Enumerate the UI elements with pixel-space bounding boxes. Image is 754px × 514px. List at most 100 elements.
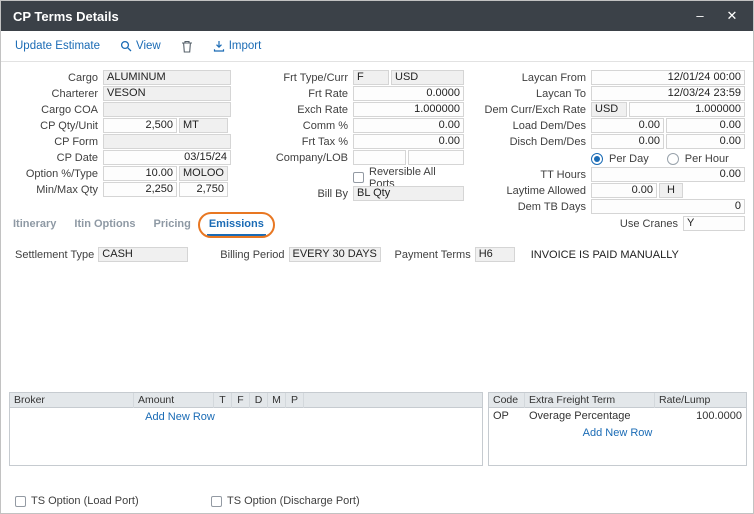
ts-option-load-group: TS Option (Load Port) [15,495,139,507]
bill-by-field[interactable]: BL Qty [353,186,464,201]
min-max-qty-row: Min/Max Qty 2,250 2,750 [9,182,231,197]
option-pct-field[interactable]: 10.00 [103,166,177,181]
frt-curr-field[interactable]: USD [391,70,464,85]
frt-rate-row: Frt Rate 0.0000 [241,86,464,101]
company-field[interactable] [353,150,406,165]
tab-emissions[interactable]: Emissions [207,216,266,236]
extra-freight-table: Code Extra Freight Term Rate/Lump OP Ove… [488,392,747,466]
frt-tax-pct-field[interactable]: 0.00 [353,134,464,149]
extra-freight-rate-cell: 100.0000 [655,410,746,422]
payment-terms-label: Payment Terms [395,249,471,261]
dem-curr-field[interactable]: USD [591,102,627,117]
form-column-middle: Frt Type/Curr F USD Frt Rate 0.0000 Exch… [241,70,464,202]
broker-add-new-row-link[interactable]: Add New Row [10,411,350,423]
laycan-from-field[interactable]: 12/01/24 00:00 [591,70,745,85]
search-icon [120,40,132,52]
bill-by-label: Bill By [241,188,351,200]
laycan-from-row: Laycan From 12/01/24 00:00 [469,70,745,85]
settlement-strip: Settlement Type CASH Billing Period EVER… [15,247,679,262]
settlement-type-field[interactable]: CASH [98,247,188,262]
frt-type-curr-label: Frt Type/Curr [241,72,351,84]
import-label: Import [229,40,262,52]
settlement-type-label: Settlement Type [15,249,94,261]
laycan-to-field[interactable]: 12/03/24 23:59 [591,86,745,101]
load-dem-des-row: Load Dem/Des 0.00 0.00 [469,118,745,133]
reversible-all-ports-row: Reversible All Ports [241,170,464,185]
use-cranes-label: Use Cranes [469,218,681,230]
frt-type-curr-row: Frt Type/Curr F USD [241,70,464,85]
rate-column-header: Rate/Lump [655,393,746,408]
ts-option-load-checkbox[interactable] [15,496,26,507]
load-des-field[interactable]: 0.00 [666,118,745,133]
frt-rate-field[interactable]: 0.0000 [353,86,464,101]
delete-button[interactable] [181,40,193,53]
cargo-field[interactable]: ALUMINUM [103,70,231,85]
disch-des-field[interactable]: 0.00 [666,134,745,149]
update-estimate-button[interactable]: Update Estimate [15,40,100,52]
import-button[interactable]: Import [213,40,262,52]
table-row[interactable]: OP Overage Percentage 100.0000 [489,408,746,424]
reversible-all-ports-checkbox[interactable] [353,172,364,183]
frt-type-field[interactable]: F [353,70,389,85]
min-qty-field[interactable]: 2,250 [103,182,177,197]
charterer-field[interactable]: VESON [103,86,231,101]
extra-freight-code-cell: OP [489,410,525,422]
title-bar: CP Terms Details – ✕ [1,1,753,31]
extra-freight-add-new-row-link[interactable]: Add New Row [489,427,746,439]
cp-form-field[interactable] [103,134,231,149]
view-button[interactable]: View [120,40,161,52]
charterer-label: Charterer [9,88,101,100]
update-estimate-label: Update Estimate [15,40,100,52]
bill-by-row: Bill By BL Qty [241,186,464,201]
dem-tb-days-field[interactable]: 0 [591,199,745,214]
option-type-field[interactable]: MOLOO [179,166,228,181]
cargo-coa-row: Cargo COA [9,102,231,117]
tab-pricing[interactable]: Pricing [152,216,193,234]
cp-date-field[interactable]: 03/15/24 [103,150,231,165]
extra-freight-term-cell: Overage Percentage [525,410,655,422]
load-dem-des-label: Load Dem/Des [469,120,589,132]
cargo-coa-field[interactable] [103,102,231,117]
broker-table: Broker Amount T F D M P Add New Row [9,392,483,466]
comm-pct-label: Comm % [241,120,351,132]
view-label: View [136,40,161,52]
cargo-row: Cargo ALUMINUM [9,70,231,85]
dem-exch-rate-field[interactable]: 1.000000 [629,102,745,117]
min-max-qty-label: Min/Max Qty [9,184,101,196]
option-pct-type-label: Option %/Type [9,168,101,180]
cargo-coa-label: Cargo COA [9,104,101,116]
window-controls: – ✕ [691,8,741,24]
tab-itin-options[interactable]: Itin Options [72,216,137,234]
term-column-header: Extra Freight Term [525,393,655,408]
close-button[interactable]: ✕ [723,8,741,24]
laytime-allowed-field[interactable]: 0.00 [591,183,657,198]
tt-hours-field[interactable]: 0.00 [591,167,745,182]
billing-period-field[interactable]: EVERY 30 DAYS [289,247,381,262]
per-day-radio[interactable] [591,153,603,165]
company-lob-row: Company/LOB [241,150,464,165]
dem-curr-exch-rate-label: Dem Curr/Exch Rate [469,104,589,116]
charterer-row: Charterer VESON [9,86,231,101]
ts-option-discharge-checkbox[interactable] [211,496,222,507]
load-dem-field[interactable]: 0.00 [591,118,664,133]
option-pct-type-row: Option %/Type 10.00 MOLOO [9,166,231,181]
minimize-button[interactable]: – [691,8,709,24]
cp-unit-field[interactable]: MT [179,118,228,133]
per-day-hour-row: Per Day Per Hour [469,151,745,166]
p-column-header: P [286,393,304,408]
cp-qty-field[interactable]: 2,500 [103,118,177,133]
payment-terms-code-field[interactable]: H6 [475,247,515,262]
cp-date-label: CP Date [9,152,101,164]
per-hour-radio[interactable] [667,153,679,165]
comm-pct-field[interactable]: 0.00 [353,118,464,133]
tab-itinerary[interactable]: Itinerary [11,216,58,234]
code-column-header: Code [489,393,525,408]
trash-icon [181,40,193,53]
max-qty-field[interactable]: 2,750 [179,182,228,197]
exch-rate-field[interactable]: 1.000000 [353,102,464,117]
cp-form-row: CP Form [9,134,231,149]
use-cranes-field[interactable]: Y [683,216,745,231]
laytime-unit-field[interactable]: H [659,183,683,198]
disch-dem-field[interactable]: 0.00 [591,134,664,149]
lob-field[interactable] [408,150,464,165]
